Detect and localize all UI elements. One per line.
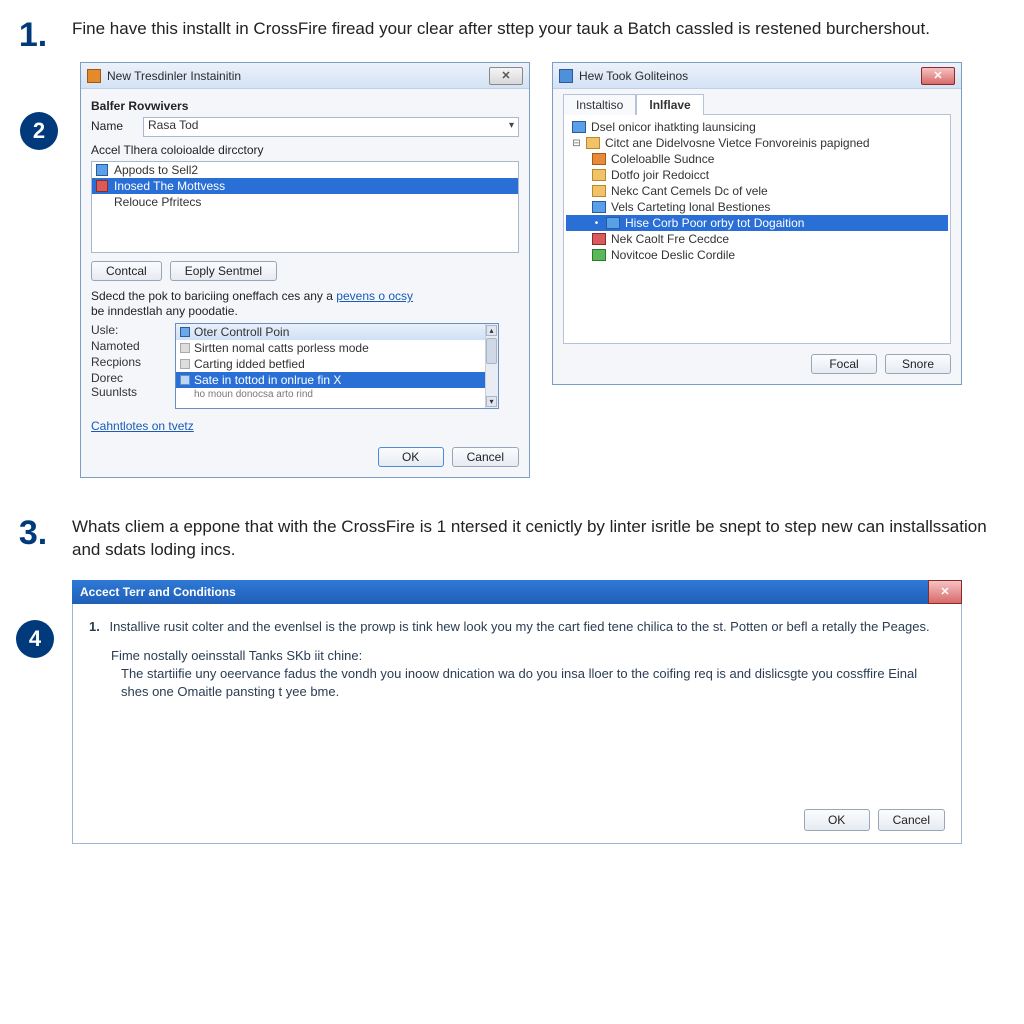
section-heading: Balfer Rovwivers xyxy=(91,99,519,113)
tree-item[interactable]: • Hise Corb Poor orby tot Dogaition xyxy=(566,215,948,231)
step-1: 1. Fine have this installt in CrossFire … xyxy=(12,18,1012,52)
tools-titlebar: Hew Took Goliteinos ✕ xyxy=(553,63,961,89)
scroll-thumb[interactable] xyxy=(486,338,497,364)
list-item[interactable]: Appods to Sell2 xyxy=(92,162,518,178)
terms-item-number: 1. xyxy=(89,619,100,634)
step-1-text: Fine have this installt in CrossFire fir… xyxy=(72,18,930,41)
directory-label: Accel Tlhera coloioalde dircctory xyxy=(91,143,519,157)
instruction-link[interactable]: pevens o ocsy xyxy=(336,289,413,303)
name-combo[interactable]: Rasa Tod xyxy=(143,117,519,137)
step-3-text: Whats cliem a eppone that with the Cross… xyxy=(72,516,992,562)
tab-inflave[interactable]: lnlflave xyxy=(636,94,703,115)
node-icon xyxy=(592,201,606,213)
installer-titlebar: New Tresdinler Instainitin ✕ xyxy=(81,63,529,89)
tools-title-icon xyxy=(559,69,573,83)
step-3-number: 3. xyxy=(12,516,54,550)
ok-button[interactable]: OK xyxy=(378,447,444,467)
step-3: 3. Whats cliem a eppone that with the Cr… xyxy=(12,516,1012,562)
dropdown-item[interactable]: Sate in tottod in onlrue fin X xyxy=(176,372,498,388)
namoted-label: Namoted xyxy=(91,339,169,353)
folder-icon xyxy=(592,169,606,181)
terms-dialog: Accect Terr and Conditions ✕ 1. Installi… xyxy=(72,580,962,844)
close-icon[interactable]: ✕ xyxy=(489,67,523,85)
cancel-button[interactable]: Cancel xyxy=(452,447,519,467)
installer-title: New Tresdinler Instainitin xyxy=(107,69,241,83)
tools-title: Hew Took Goliteinos xyxy=(579,69,688,83)
folder-icon xyxy=(586,137,600,149)
usle-dropdown[interactable]: Oter Controll Poin ▾ Sirtten nomal catts… xyxy=(175,323,499,409)
recpions-label: Recpions xyxy=(91,355,169,369)
close-icon[interactable]: ✕ xyxy=(928,580,962,604)
instruction-text: Sdecd the pok to bariciing oneffach ces … xyxy=(91,289,519,319)
tree-view[interactable]: Dsel onicor ihatkting launsicing ⊟ Citct… xyxy=(563,114,951,344)
option-icon xyxy=(180,327,190,337)
tree-item[interactable]: Nek Caolt Fre Cecdce xyxy=(566,231,948,247)
folder-icon xyxy=(592,185,606,197)
dropdown-item[interactable]: Sirtten nomal catts porless mode xyxy=(176,340,498,356)
dorec-label: Dorec Suunlsts xyxy=(91,371,169,399)
bullet-icon: • xyxy=(592,218,601,229)
terms-paragraph: 1. Installive rusit colter and the evenl… xyxy=(89,618,945,636)
terms-paragraph: Fime nostally oeinsstall Tanks SKb iit c… xyxy=(89,647,945,700)
tree-item[interactable]: Coleloablle Sudnce xyxy=(566,151,948,167)
tree-item[interactable]: ⊟ Citct ane Didelvosne Vietce Fonvoreini… xyxy=(566,135,948,151)
option-icon xyxy=(180,375,190,385)
usle-label: Usle: xyxy=(91,323,169,337)
dropdown-item[interactable]: ho moun donocsa arto rind xyxy=(176,388,498,401)
file-icon xyxy=(96,164,108,176)
tree-item[interactable]: Dotfo joir Redoicct xyxy=(566,167,948,183)
snare-button[interactable]: Snore xyxy=(885,354,951,374)
installer-title-icon xyxy=(87,69,101,83)
contcal-button[interactable]: Contcal xyxy=(91,261,162,281)
list-item[interactable]: Inosed The Mottvess xyxy=(92,178,518,194)
name-value: Rasa Tod xyxy=(148,118,198,132)
scroll-up-icon[interactable]: ▴ xyxy=(486,325,497,336)
scroll-down-icon[interactable]: ▾ xyxy=(486,396,497,407)
tree-item[interactable]: Nekc Cant Cemels Dc of vele xyxy=(566,183,948,199)
step-4-badge: 4 xyxy=(16,620,54,658)
option-icon xyxy=(180,359,190,369)
collapse-icon[interactable]: ⊟ xyxy=(572,138,581,149)
cancel-button[interactable]: Cancel xyxy=(878,809,945,831)
ok-button[interactable]: OK xyxy=(804,809,870,831)
node-icon xyxy=(592,233,606,245)
eoply-button[interactable]: Eoply Sentmel xyxy=(170,261,277,281)
focal-button[interactable]: Focal xyxy=(811,354,877,374)
tree-item[interactable]: Vels Carteting lonal Bestiones xyxy=(566,199,948,215)
close-icon[interactable]: ✕ xyxy=(921,67,955,85)
name-label: Name xyxy=(91,119,137,133)
directory-list[interactable]: Appods to Sell2 Inosed The Mottvess Relo… xyxy=(91,161,519,253)
node-icon xyxy=(606,217,620,229)
step-2-badge: 2 xyxy=(20,112,58,150)
tools-dialog: Hew Took Goliteinos ✕ Instaltiso lnlflav… xyxy=(552,62,962,385)
tree-item[interactable]: Novitcoe Deslic Cordile xyxy=(566,247,948,263)
option-icon xyxy=(180,343,190,353)
node-icon xyxy=(592,153,606,165)
scrollbar[interactable]: ▴ ▾ xyxy=(485,324,498,408)
file-icon xyxy=(96,180,108,192)
terms-title: Accect Terr and Conditions xyxy=(80,585,236,599)
dropdown-item[interactable]: Oter Controll Poin ▾ xyxy=(176,324,498,340)
installer-dialog: New Tresdinler Instainitin ✕ Balfer Rovw… xyxy=(80,62,530,478)
tree-item[interactable]: Dsel onicor ihatkting launsicing xyxy=(566,119,948,135)
tab-instaltiso[interactable]: Instaltiso xyxy=(563,94,636,115)
list-item[interactable]: Relouce Pfritecs xyxy=(92,194,518,210)
node-icon xyxy=(592,249,606,261)
terms-titlebar: Accect Terr and Conditions xyxy=(72,580,928,604)
node-icon xyxy=(572,121,586,133)
dropdown-item[interactable]: Carting idded betfied xyxy=(176,356,498,372)
footer-link[interactable]: Cahntlotes on tvetz xyxy=(91,419,519,433)
step-1-number: 1. xyxy=(12,18,54,52)
